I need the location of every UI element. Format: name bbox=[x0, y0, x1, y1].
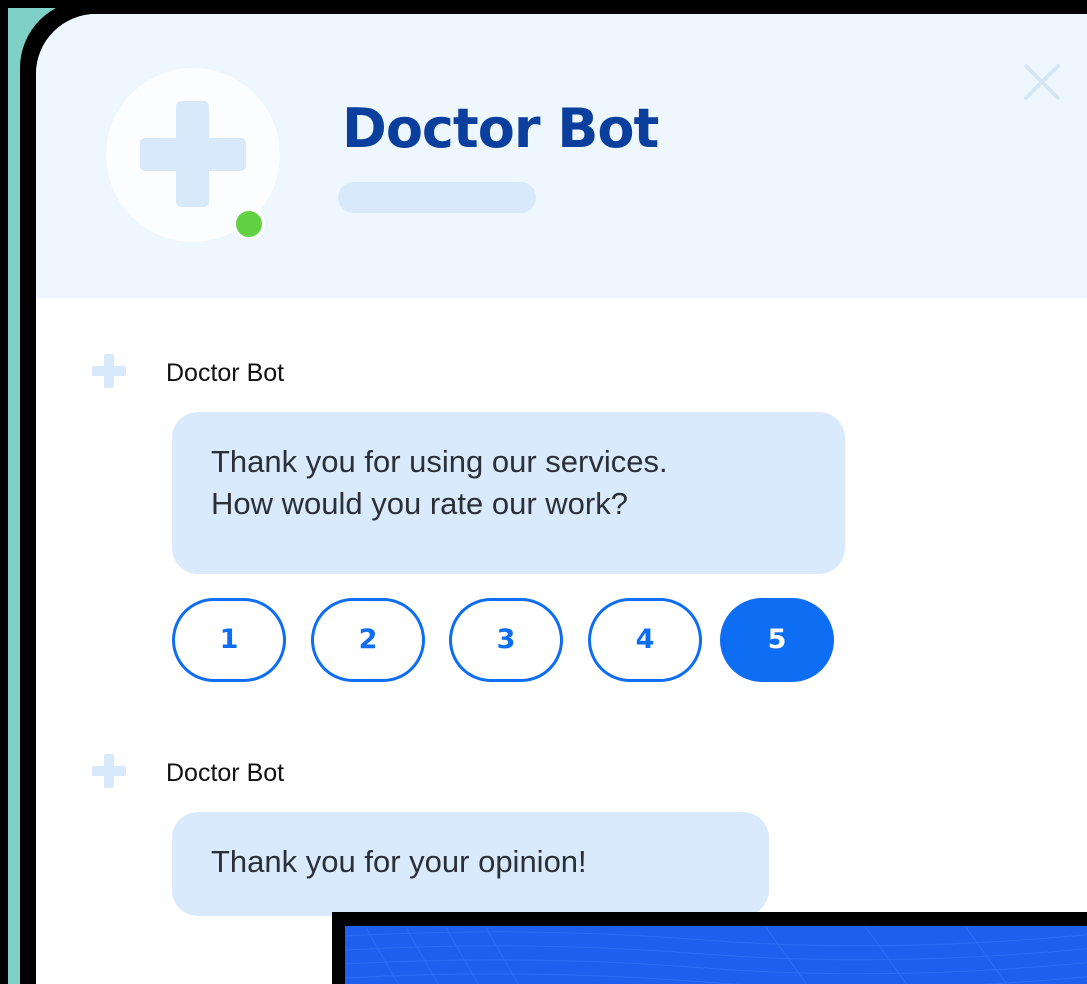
overlay-card bbox=[345, 926, 1087, 984]
sender-name: Doctor Bot bbox=[166, 359, 285, 387]
sender-name: Doctor Bot bbox=[166, 759, 285, 787]
message-line: Thank you for using our services. bbox=[211, 444, 668, 479]
subtitle-placeholder bbox=[338, 182, 536, 213]
message-line: How would you rate our work? bbox=[211, 486, 628, 521]
online-status-dot bbox=[233, 208, 265, 240]
bot-title: Doctor Bot bbox=[342, 97, 659, 160]
medical-cross-icon bbox=[92, 354, 126, 388]
message-line: Thank you for your opinion! bbox=[211, 844, 587, 879]
close-icon bbox=[1024, 64, 1060, 100]
message-bubble: Thank you for using our services. How wo… bbox=[172, 412, 845, 574]
rating-button-3[interactable]: 3 bbox=[449, 598, 563, 682]
medical-cross-icon bbox=[92, 754, 126, 788]
chat-header: Doctor Bot bbox=[36, 14, 1087, 298]
wave-pattern bbox=[345, 926, 1087, 984]
rating-button-5[interactable]: 5 bbox=[720, 598, 834, 682]
screenshot-stage: Doctor Bot Doctor Bot Thank you for usin… bbox=[0, 0, 1087, 984]
message-bubble: Thank you for your opinion! bbox=[172, 812, 769, 916]
rating-button-1[interactable]: 1 bbox=[172, 598, 286, 682]
rating-button-4[interactable]: 4 bbox=[588, 598, 702, 682]
chat-panel: Doctor Bot Doctor Bot Thank you for usin… bbox=[36, 14, 1087, 984]
rating-button-2[interactable]: 2 bbox=[311, 598, 425, 682]
close-button[interactable] bbox=[1020, 60, 1064, 104]
